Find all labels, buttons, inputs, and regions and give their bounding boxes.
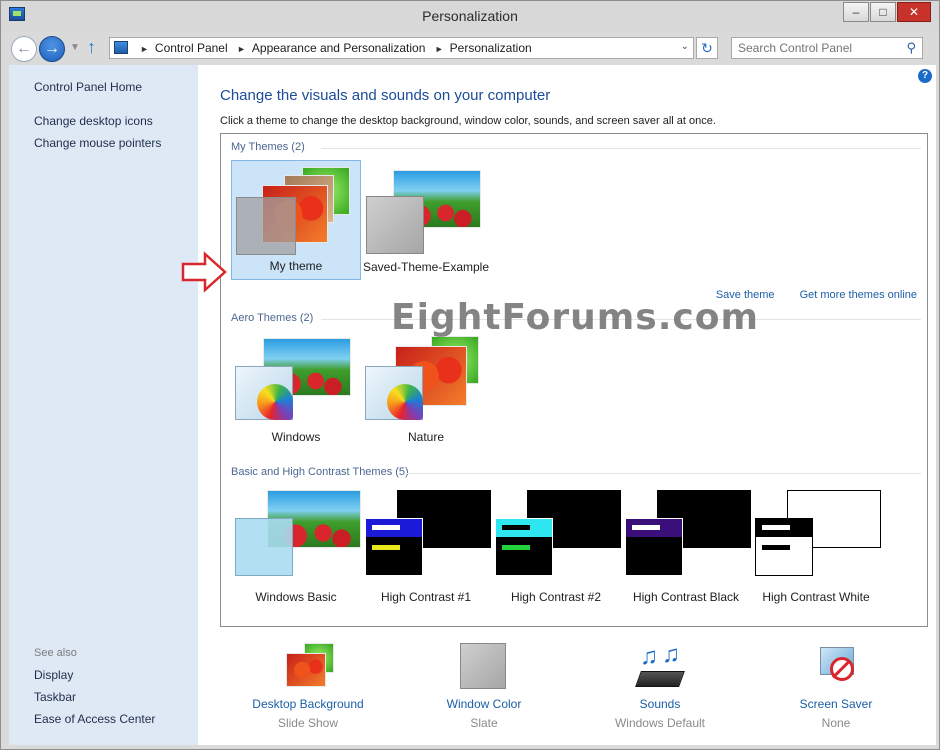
address-bar[interactable]: ► Control Panel ► Appearance and Personali… <box>109 37 694 59</box>
setting-value: Slate <box>470 716 498 730</box>
title-bar: Personalization – □ ✕ <box>1 1 939 31</box>
close-button[interactable]: ✕ <box>897 2 931 22</box>
forward-button[interactable]: → <box>39 36 65 62</box>
sounds-setting[interactable]: ♫ ♫ Sounds Windows Default <box>590 641 730 743</box>
text-swatch <box>762 525 790 530</box>
maximize-button[interactable]: □ <box>870 2 896 22</box>
screen-saver-setting[interactable]: Screen Saver None <box>766 643 906 743</box>
sidebar: Control Panel Home Change desktop icons … <box>9 65 198 745</box>
refresh-button[interactable]: ↻ <box>696 37 718 59</box>
theme-high-contrast-white[interactable]: High Contrast White <box>751 490 881 610</box>
up-button[interactable]: ↑ <box>87 37 96 58</box>
window-color-tile <box>235 518 293 576</box>
basic-themes-heading: Basic and High Contrast Themes (5) <box>231 466 409 478</box>
sounds-icon: ♫ ♫ <box>635 641 685 689</box>
theme-saved-theme-example[interactable]: Saved-Theme-Example <box>361 160 491 280</box>
setting-label[interactable]: Screen Saver <box>766 697 906 711</box>
back-button[interactable]: ← <box>11 36 37 62</box>
divider <box>407 473 921 474</box>
theme-high-contrast-2[interactable]: High Contrast #2 <box>491 490 621 610</box>
minimize-button[interactable]: – <box>843 2 869 22</box>
setting-label[interactable]: Window Color <box>414 697 554 711</box>
desktop-background-icon <box>286 643 334 689</box>
theme-windows[interactable]: Windows <box>231 330 361 450</box>
text-swatch <box>762 545 790 550</box>
sidebar-item-change-desktop-icons[interactable]: Change desktop icons <box>34 114 153 128</box>
window-color-tile <box>236 197 296 255</box>
window-title: Personalization <box>422 8 518 24</box>
recent-locations-chevron-icon[interactable]: ▼ <box>70 42 80 53</box>
text-swatch <box>372 545 400 550</box>
search-input[interactable] <box>732 38 897 58</box>
watermark: EightForums.com <box>391 297 759 338</box>
theme-high-contrast-black[interactable]: High Contrast Black <box>621 490 751 610</box>
page-description: Click a theme to change the desktop back… <box>220 115 716 127</box>
theme-label: High Contrast #1 <box>380 590 472 604</box>
setting-label[interactable]: Desktop Background <box>238 697 378 711</box>
window-color-setting[interactable]: Window Color Slate <box>414 643 554 743</box>
text-swatch <box>632 545 660 550</box>
breadcrumb-personalization[interactable]: Personalization <box>450 41 532 55</box>
setting-label[interactable]: Sounds <box>590 697 730 711</box>
sidebar-item-control-panel-home[interactable]: Control Panel Home <box>34 80 142 94</box>
window-color-tile <box>755 518 813 576</box>
theme-label: Saved-Theme-Example <box>362 260 490 274</box>
sidebar-item-change-mouse-pointers[interactable]: Change mouse pointers <box>34 136 161 150</box>
sidebar-item-display[interactable]: Display <box>34 668 73 682</box>
theme-list: My Themes (2) My theme Saved-Theme-Examp… <box>220 133 928 627</box>
theme-label: Nature <box>407 430 445 444</box>
breadcrumb-control-panel[interactable]: Control Panel <box>155 41 228 55</box>
breadcrumb-appearance[interactable]: Appearance and Personalization <box>252 41 425 55</box>
main-content: ? Change the visuals and sounds on your … <box>198 65 936 745</box>
window-color-tile <box>365 518 423 576</box>
theme-windows-basic[interactable]: Windows Basic <box>231 490 361 610</box>
see-also-heading: See also <box>34 647 77 659</box>
color-fan-icon <box>257 384 293 420</box>
chevron-down-icon[interactable]: ⌄ <box>681 41 689 52</box>
text-swatch <box>502 545 530 550</box>
setting-value: Slide Show <box>277 716 339 730</box>
theme-label: Windows Basic <box>255 590 337 604</box>
search-box[interactable]: ⚲ <box>731 37 923 59</box>
my-themes-heading: My Themes (2) <box>231 141 305 153</box>
text-swatch <box>632 525 660 530</box>
window-color-tile <box>625 518 683 576</box>
personalization-window: Personalization – □ ✕ ← → ▼ ↑ ► Control P… <box>0 0 940 750</box>
setting-value: Windows Default <box>614 716 706 730</box>
theme-label: Windows <box>271 430 321 444</box>
theme-nature[interactable]: Nature <box>361 330 491 450</box>
navigation-bar: ← → ▼ ↑ ► Control Panel ► Appearance and P… <box>1 31 939 65</box>
color-fan-icon <box>387 384 423 420</box>
help-icon[interactable]: ? <box>918 69 932 83</box>
breadcrumb: ► Control Panel ► Appearance and Personali… <box>140 41 532 55</box>
theme-my-theme[interactable]: My theme <box>231 160 361 280</box>
aero-themes-heading: Aero Themes (2) <box>231 312 314 324</box>
page-title: Change the visuals and sounds on your co… <box>220 87 551 104</box>
divider <box>321 148 921 149</box>
text-swatch <box>372 525 400 530</box>
window-color-tile <box>366 196 424 254</box>
annotation-arrow-icon <box>181 251 227 293</box>
theme-label: High Contrast Black <box>632 590 740 604</box>
search-icon[interactable]: ⚲ <box>906 40 916 56</box>
get-more-themes-link[interactable]: Get more themes online <box>800 289 917 301</box>
window-color-icon <box>460 643 506 689</box>
theme-label: My theme <box>269 259 323 273</box>
setting-value: None <box>821 716 851 730</box>
theme-label: High Contrast White <box>762 590 870 604</box>
screen-saver-icon <box>814 643 860 689</box>
theme-label: High Contrast #2 <box>510 590 602 604</box>
control-panel-icon <box>114 41 128 54</box>
sidebar-item-taskbar[interactable]: Taskbar <box>34 690 76 704</box>
window-color-tile <box>495 518 553 576</box>
text-swatch <box>502 525 530 530</box>
desktop-background-setting[interactable]: Desktop Background Slide Show <box>238 643 378 743</box>
sidebar-item-ease-of-access[interactable]: Ease of Access Center <box>34 712 155 726</box>
theme-high-contrast-1[interactable]: High Contrast #1 <box>361 490 491 610</box>
